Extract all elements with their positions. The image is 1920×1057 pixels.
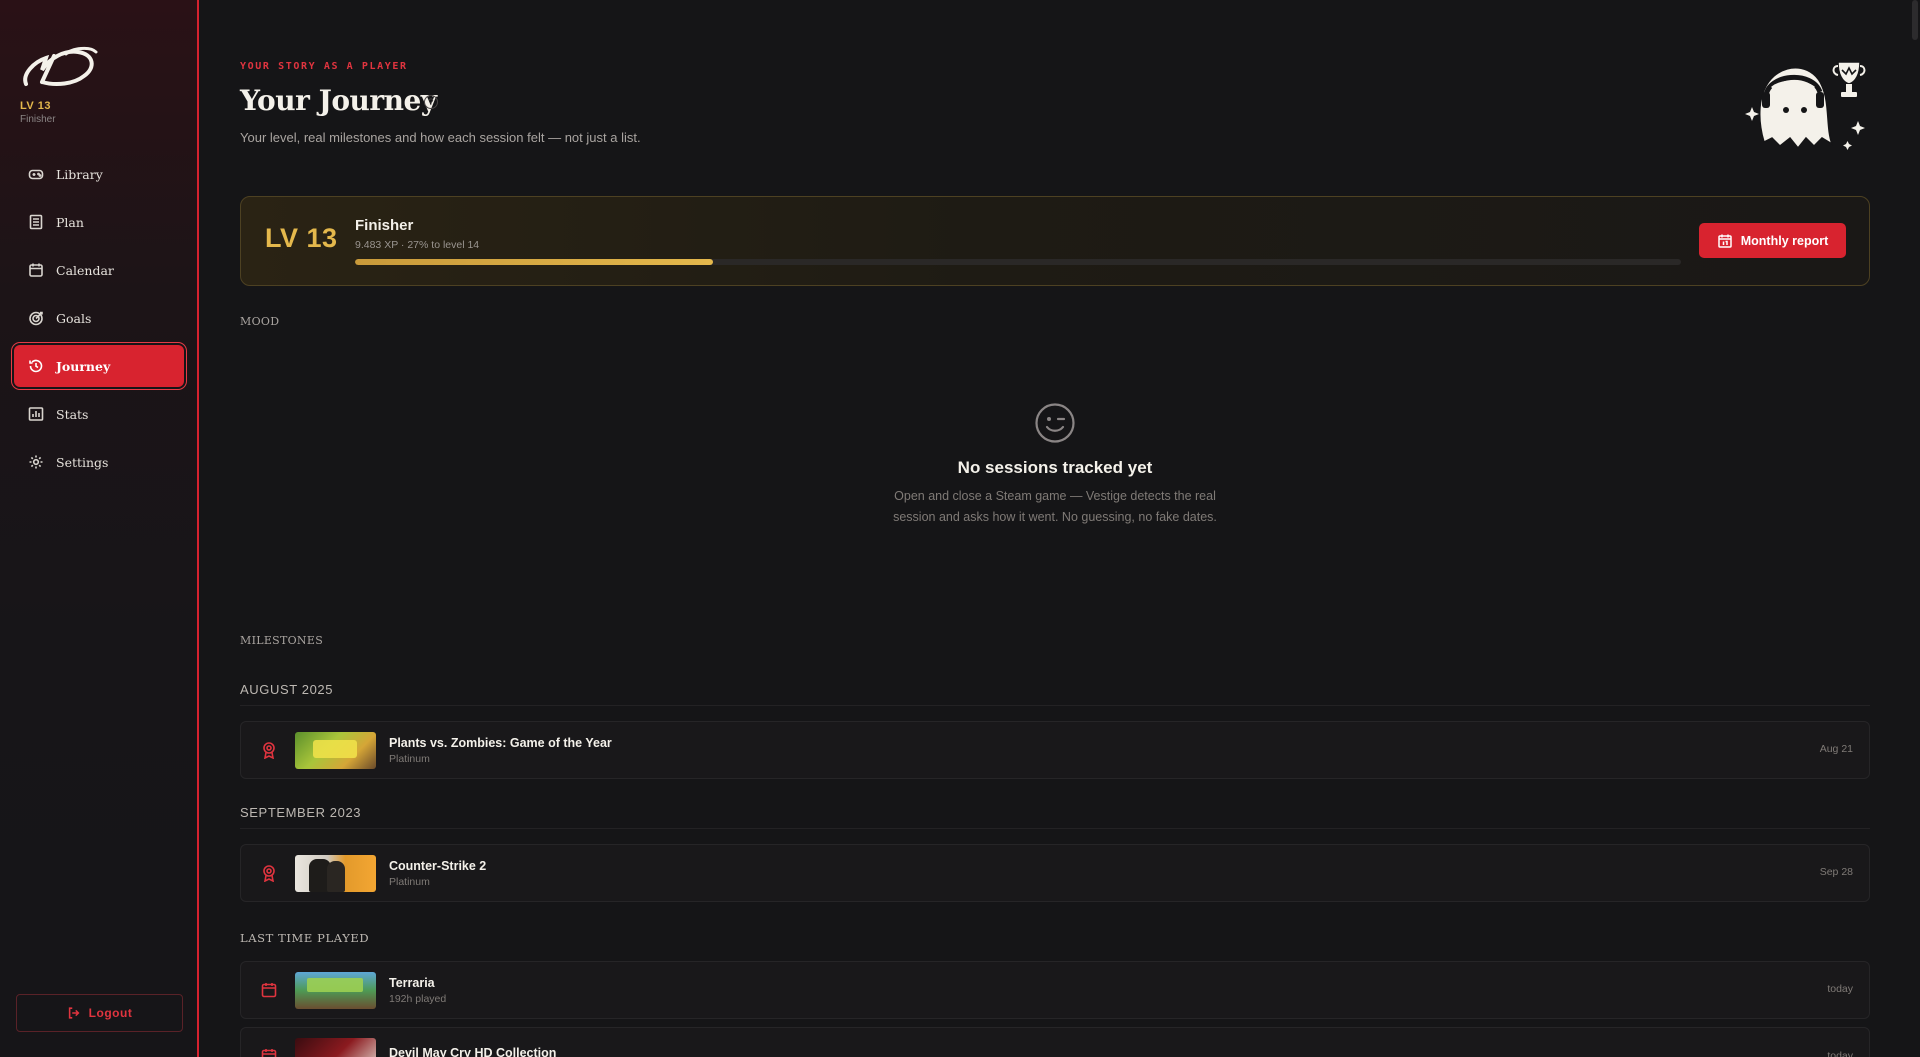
milestone-date: Aug 21 [1819, 743, 1853, 755]
award-icon [260, 741, 278, 760]
empty-state-line: session and asks how it went. No guessin… [893, 510, 1217, 524]
page-scrollbar[interactable] [1912, 0, 1918, 40]
calendar-icon [260, 1047, 278, 1057]
sidebar-item-label: Journey [56, 358, 111, 374]
sidebar-item-label: Settings [56, 454, 109, 470]
mood-empty-state: No sessions tracked yet Open and close a… [240, 402, 1870, 528]
milestone-type: Platinum [389, 876, 430, 888]
game-name: Counter-Strike 2 [389, 859, 487, 873]
sidebar-item-library[interactable]: Library [14, 153, 184, 195]
award-icon [260, 864, 278, 883]
monthly-report-label: Monthly report [1740, 233, 1829, 248]
sidebar-rank: Finisher [20, 114, 56, 125]
last-played-date: today [1827, 1050, 1853, 1057]
game-thumbnail [295, 855, 376, 892]
level-rank-name: Finisher [355, 217, 414, 234]
last-played-section-label: LAST TIME PLAYED [240, 931, 370, 945]
game-name: Terraria [389, 976, 435, 990]
empty-state-line: Open and close a Steam game — Vestige de… [894, 489, 1216, 503]
sidebar-item-stats[interactable]: Stats [14, 393, 184, 435]
sidebar-item-calendar[interactable]: Calendar [14, 249, 184, 291]
milestone-group-heading: AUGUST 2025 [240, 682, 1870, 706]
vestige-logo[interactable] [20, 44, 100, 92]
sidebar-item-label: Stats [56, 406, 89, 422]
milestone-group-heading: SEPTEMBER 2023 [240, 805, 1870, 829]
chart-icon [28, 406, 44, 422]
milestone-type: Platinum [389, 753, 430, 765]
page-eyebrow: YOUR STORY AS A PLAYER [240, 61, 408, 72]
calendar-icon [260, 981, 278, 999]
calendar-report-icon [1718, 234, 1732, 248]
xp-progress-bar [355, 259, 1681, 265]
level-card: LV 13 Finisher 9.483 XP · 27% to level 1… [240, 196, 1870, 286]
wink-face-icon [1035, 403, 1075, 443]
xp-progress-fill [355, 259, 714, 265]
game-name: Devil May Cry HD Collection [389, 1046, 557, 1057]
xp-progress-text: 9.483 XP · 27% to level 14 [355, 239, 480, 251]
calendar-icon [28, 262, 44, 278]
sidebar-item-plan[interactable]: Plan [14, 201, 184, 243]
milestone-row[interactable]: Plants vs. Zombies: Game of the Year Pla… [240, 721, 1870, 779]
playtime: 192h played [389, 993, 447, 1005]
level-badge: LV 13 [265, 223, 338, 253]
milestone-date: Sep 28 [1819, 866, 1853, 878]
sidebar-item-label: Calendar [56, 262, 114, 278]
sidebar-level: LV 13 [20, 100, 52, 112]
sidebar-item-journey[interactable]: Journey [14, 345, 184, 387]
sidebar-nav: Library Plan Calendar Goals Journey Stat… [14, 153, 184, 489]
game-thumbnail [295, 1038, 376, 1057]
list-icon [28, 214, 44, 230]
history-icon [28, 358, 44, 374]
help-icon[interactable]: ? [424, 95, 438, 109]
game-thumbnail [295, 732, 376, 769]
target-icon [28, 310, 44, 326]
sidebar-item-label: Plan [56, 214, 84, 230]
sidebar-item-label: Goals [56, 310, 92, 326]
last-played-date: today [1827, 983, 1853, 995]
last-played-row[interactable]: Devil May Cry HD Collection today [240, 1027, 1870, 1057]
journey-page: YOUR STORY AS A PLAYER Your Journey ? Yo… [240, 0, 1870, 1057]
page-title: Your Journey [240, 84, 437, 117]
milestone-row[interactable]: Counter-Strike 2 Platinum Sep 28 [240, 844, 1870, 902]
game-thumbnail [295, 972, 376, 1009]
page-subtitle: Your level, real milestones and how each… [240, 130, 641, 145]
ghost-trophy-mascot [1745, 61, 1866, 150]
empty-state-title: No sessions tracked yet [957, 458, 1153, 477]
logout-label: Logout [88, 1006, 133, 1020]
monthly-report-button[interactable]: Monthly report [1699, 223, 1846, 258]
last-played-row[interactable]: Terraria 192h played today [240, 961, 1870, 1019]
sidebar-item-goals[interactable]: Goals [14, 297, 184, 339]
gear-icon [28, 454, 44, 470]
gamepad-icon [28, 166, 44, 182]
sidebar-item-label: Library [56, 166, 103, 182]
logout-icon [68, 1007, 80, 1019]
empty-state-description: Open and close a Steam game — Vestige de… [240, 486, 1870, 528]
mood-section-label: MOOD [240, 315, 280, 328]
sidebar: LV 13 Finisher Library Plan Calendar Goa… [0, 0, 199, 1057]
milestones-section-label: MILESTONES [240, 634, 324, 647]
sidebar-item-settings[interactable]: Settings [14, 441, 184, 483]
logout-button[interactable]: Logout [16, 994, 183, 1032]
game-name: Plants vs. Zombies: Game of the Year [389, 736, 612, 750]
